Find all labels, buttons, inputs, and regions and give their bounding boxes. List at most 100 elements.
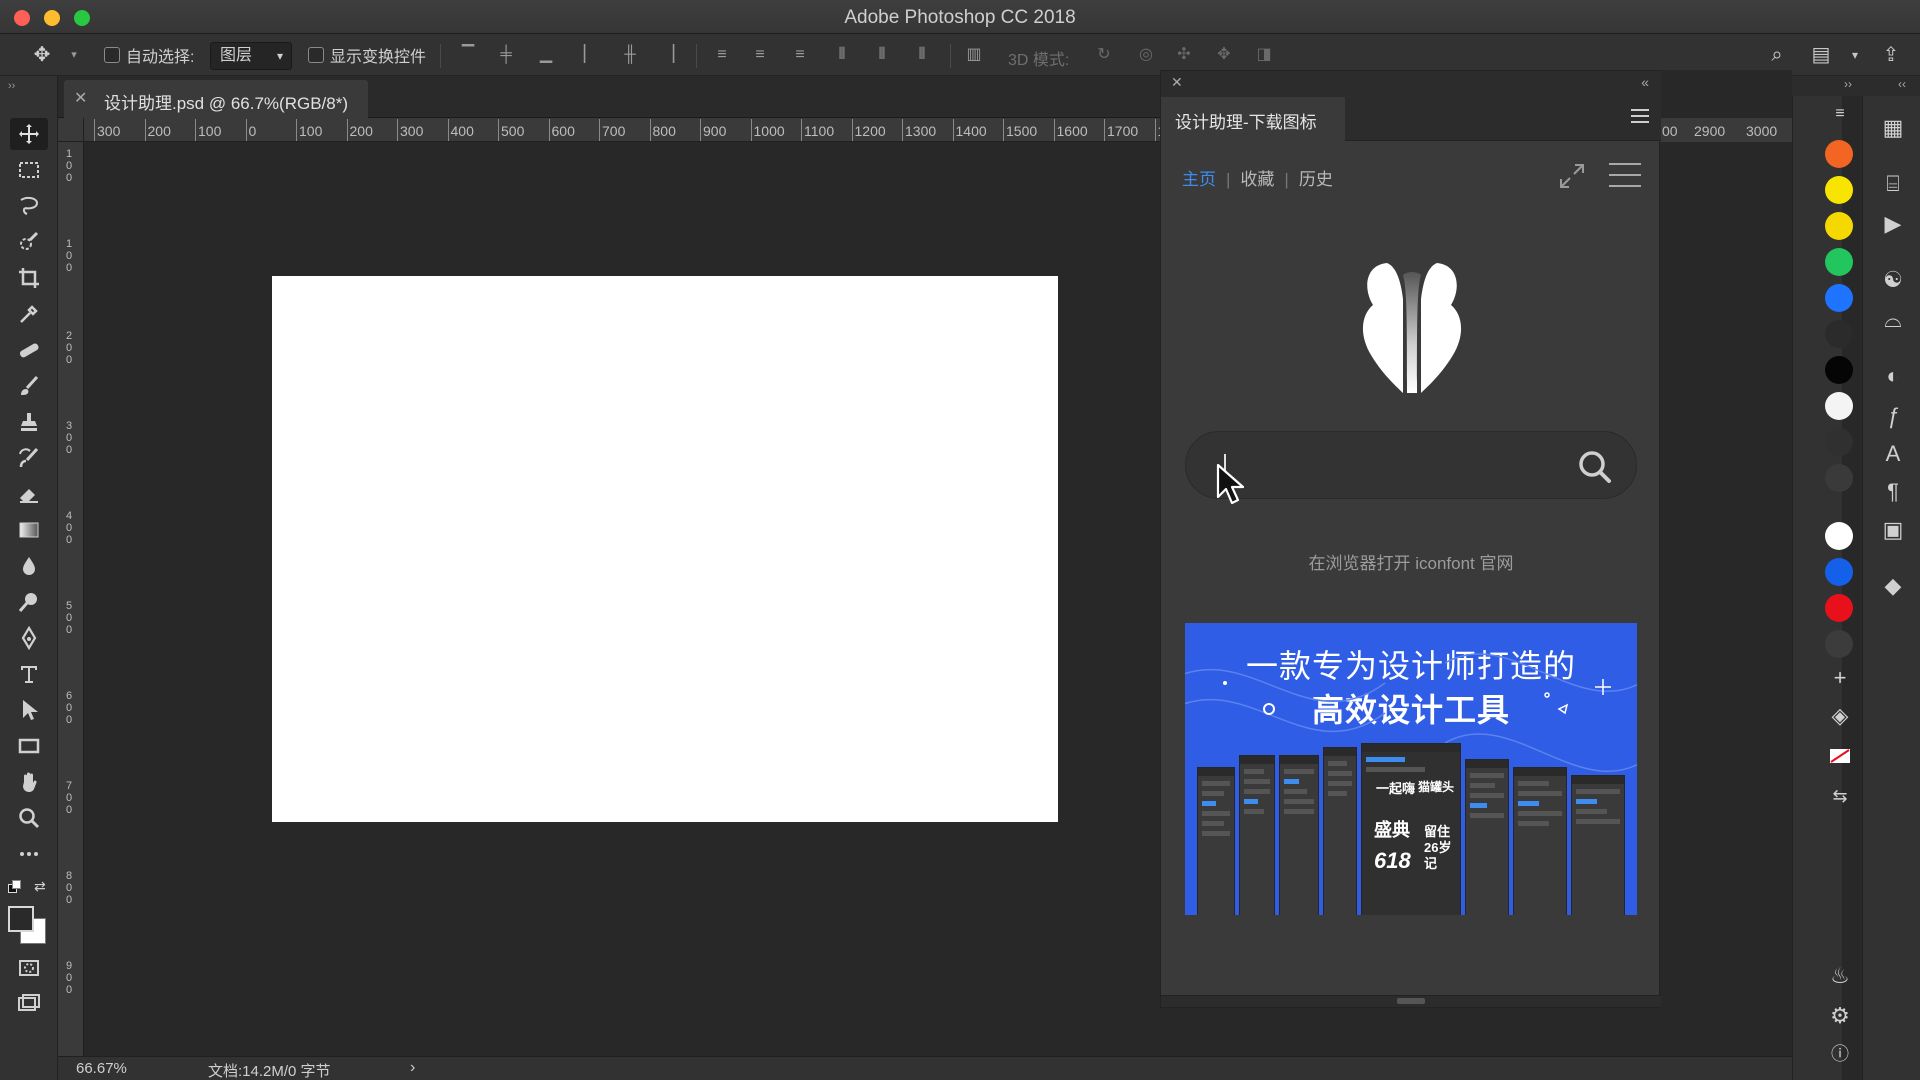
tool-preset-chevron-icon[interactable]: ▾ <box>62 44 86 66</box>
paragraph-icon[interactable]: ¶ <box>1879 478 1907 506</box>
pen-tool[interactable] <box>10 622 48 654</box>
distribute-left-icon[interactable]: ⫴ <box>830 44 854 66</box>
swap-colors-icon[interactable]: ⇄ <box>34 878 46 895</box>
gradient-tool[interactable] <box>10 514 48 546</box>
distribute-right-icon[interactable]: ⫴ <box>910 44 934 66</box>
eraser-tool[interactable] <box>10 478 48 510</box>
move-tool-preset-icon[interactable]: ✥ <box>30 44 54 66</box>
color-swatch[interactable] <box>1825 630 1853 658</box>
healing-brush-tool[interactable] <box>10 334 48 366</box>
document-tab[interactable]: ✕ 设计助理.psd @ 66.7%(RGB/8*) <box>64 80 368 118</box>
panel-resize-bar[interactable] <box>1161 995 1661 1007</box>
color-swatch[interactable] <box>1825 284 1853 312</box>
align-top-icon[interactable]: ▔ <box>456 44 480 66</box>
align-vcenter-icon[interactable]: ╪ <box>494 44 518 66</box>
roll-3d-icon[interactable]: ◎ <box>1134 44 1158 66</box>
zoom-tool[interactable] <box>10 802 48 834</box>
blur-tool[interactable] <box>10 550 48 582</box>
swap-colors-icon[interactable]: ⇆ <box>1826 782 1854 810</box>
collapse-panel-icon[interactable]: « <box>1641 74 1649 90</box>
iconfont-small-icon[interactable]: ♨ <box>1826 962 1854 990</box>
distribute-top-icon[interactable]: ≡ <box>710 44 734 66</box>
ruler-origin[interactable] <box>58 118 84 142</box>
orbit-3d-icon[interactable]: ↻ <box>1092 44 1116 66</box>
distribute-bottom-icon[interactable]: ≡ <box>788 44 812 66</box>
lasso-tool[interactable] <box>10 190 48 222</box>
search-icon[interactable] <box>1576 448 1614 486</box>
workspace-icon[interactable]: ▤ <box>1808 42 1834 68</box>
eyedropper-tool[interactable] <box>10 298 48 330</box>
slide-3d-icon[interactable]: ✥ <box>1212 44 1236 66</box>
color-swatch[interactable] <box>1825 248 1853 276</box>
distribute-hcenter-icon[interactable]: ⫴ <box>870 44 894 66</box>
horizontal-ruler[interactable]: 300 200 100 0 100 200 300 400 500 600 700 800 900 100… <box>84 118 1160 142</box>
panel-tab[interactable]: 设计助理-下载图标 <box>1161 97 1345 141</box>
quick-select-tool[interactable] <box>10 226 48 258</box>
panel-menu-icon[interactable] <box>1631 109 1649 125</box>
quick-mask-button[interactable] <box>10 952 48 984</box>
align-bottom-icon[interactable]: ▁ <box>534 44 558 66</box>
hand-tool[interactable] <box>10 766 48 798</box>
auto-select-dropdown[interactable]: 图层 ▾ <box>210 42 292 70</box>
grid-panel-icon[interactable]: ▦ <box>1879 114 1907 142</box>
transform-controls-checkbox[interactable] <box>308 47 324 63</box>
distribute-vcenter-icon[interactable]: ≡ <box>748 44 772 66</box>
color-swatch[interactable] <box>1825 212 1853 240</box>
marquee-tool[interactable] <box>10 154 48 186</box>
color-swatch[interactable] <box>1825 558 1853 586</box>
styles-fx-icon[interactable]: ƒ <box>1879 402 1907 430</box>
workspace-chevron-icon[interactable]: ▾ <box>1842 42 1868 68</box>
foreground-color-swatch[interactable] <box>8 906 34 932</box>
pan-3d-icon[interactable]: ✣ <box>1172 44 1196 66</box>
open-iconfont-link[interactable]: 在浏览器打开 iconfont 官网 <box>1161 549 1661 574</box>
color-swatch[interactable] <box>1825 356 1853 384</box>
nav-home[interactable]: 主页 <box>1182 170 1216 189</box>
no-color-icon[interactable] <box>1826 744 1854 772</box>
dodge-tool[interactable] <box>10 586 48 618</box>
horizontal-ruler-right[interactable]: 00 2900 3000 <box>1660 118 1792 142</box>
auto-align-icon[interactable]: ▥ <box>962 44 986 66</box>
collapse-toolbar-icon[interactable]: ›› <box>8 80 15 92</box>
icon-search-input[interactable] <box>1222 446 1562 486</box>
rectangle-tool[interactable] <box>10 730 48 762</box>
character-icon[interactable]: A <box>1879 440 1907 468</box>
hamburger-icon[interactable] <box>1609 163 1641 191</box>
align-hcenter-icon[interactable]: ╫ <box>618 44 642 66</box>
expand-icon[interactable] <box>1557 161 1587 191</box>
libraries-icon[interactable]: ⌸ <box>1879 170 1907 198</box>
status-menu-arrow-icon[interactable]: › <box>410 1059 415 1077</box>
color-swatch[interactable] <box>1825 428 1853 456</box>
zoom-level[interactable]: 66.67% <box>76 1060 127 1077</box>
brush-tool[interactable] <box>10 370 48 402</box>
default-colors-icon[interactable] <box>8 880 22 894</box>
color-swatch[interactable] <box>1825 464 1853 492</box>
history-brush-tool[interactable] <box>10 442 48 474</box>
screen-mode-button[interactable] <box>10 988 48 1020</box>
canvas-area[interactable] <box>84 142 1160 1056</box>
color-swatch[interactable] <box>1825 522 1853 550</box>
resize-grip[interactable] <box>1397 998 1425 1004</box>
glyphs-icon[interactable]: ▣ <box>1879 516 1907 544</box>
align-right-icon[interactable]: ▕ <box>656 44 680 66</box>
camera-3d-icon[interactable]: ◨ <box>1252 44 1276 66</box>
adjustments-icon[interactable]: ◐ <box>1879 362 1907 390</box>
crop-tool[interactable] <box>10 262 48 294</box>
share-icon[interactable]: ⇪ <box>1878 42 1904 68</box>
close-panel-icon[interactable]: ✕ <box>1171 74 1183 91</box>
expand-dock-icon[interactable]: ‹‹ <box>1898 77 1906 91</box>
actions-play-icon[interactable]: ▶ <box>1879 210 1907 238</box>
transform-controls-toggle[interactable]: 显示变换控件 <box>308 42 426 68</box>
clone-stamp-tool[interactable] <box>10 406 48 438</box>
path-select-tool[interactable] <box>10 694 48 726</box>
close-tab-icon[interactable]: ✕ <box>74 88 87 108</box>
collapse-dock-icon[interactable]: ›› <box>1844 77 1852 91</box>
color-swatch[interactable] <box>1825 140 1853 168</box>
color-swatch[interactable] <box>1825 176 1853 204</box>
color-wheel-icon[interactable]: ☯ <box>1879 266 1907 294</box>
swatch-menu-icon[interactable]: ≡ <box>1826 100 1854 128</box>
auto-select-toggle[interactable]: 自动选择: <box>104 42 194 68</box>
info-icon[interactable]: ⓘ <box>1826 1040 1854 1068</box>
document-canvas[interactable] <box>272 276 1058 822</box>
nav-history[interactable]: 历史 <box>1299 170 1333 189</box>
type-tool[interactable] <box>10 658 48 690</box>
